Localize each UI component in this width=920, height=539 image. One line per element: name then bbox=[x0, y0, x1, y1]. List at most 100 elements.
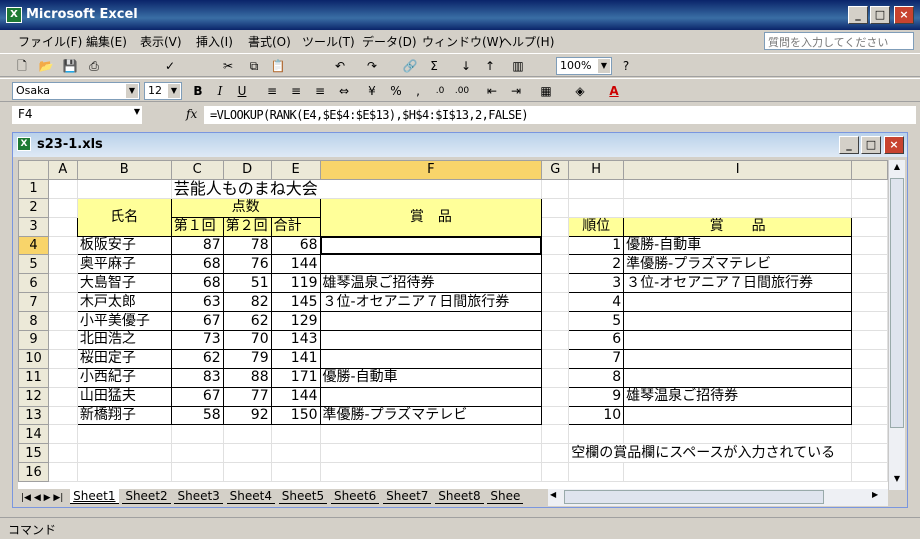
cell[interactable] bbox=[851, 311, 888, 332]
cell[interactable] bbox=[851, 424, 888, 445]
menu-help[interactable]: ヘルプ(H) bbox=[500, 33, 554, 50]
cell-round2[interactable]: 76 bbox=[222, 254, 272, 275]
cell[interactable] bbox=[47, 462, 78, 483]
cell[interactable] bbox=[541, 197, 570, 218]
cell-total[interactable]: 171 bbox=[270, 367, 321, 388]
tab-sheet4[interactable]: Sheet4 bbox=[226, 489, 275, 504]
cell-round1[interactable]: 62 bbox=[170, 348, 224, 369]
cell-lookup-prize[interactable] bbox=[623, 292, 853, 313]
cell[interactable] bbox=[541, 443, 570, 464]
col-header-a[interactable]: A bbox=[47, 160, 78, 180]
cell[interactable] bbox=[851, 197, 888, 218]
cell[interactable] bbox=[851, 292, 888, 313]
cell[interactable] bbox=[47, 178, 78, 199]
close-button[interactable]: × bbox=[894, 6, 914, 24]
cell[interactable] bbox=[541, 348, 570, 369]
col-header-j[interactable] bbox=[851, 160, 888, 180]
row-header[interactable]: 4 bbox=[18, 235, 49, 256]
cell[interactable] bbox=[47, 330, 78, 350]
cell[interactable] bbox=[47, 424, 78, 445]
sort-desc-icon[interactable]: ↑ bbox=[480, 56, 500, 76]
select-all[interactable] bbox=[18, 160, 49, 180]
bold-button[interactable]: B bbox=[188, 81, 208, 101]
cell-round1[interactable]: 68 bbox=[170, 254, 224, 275]
cell[interactable] bbox=[270, 424, 321, 445]
cell-prize[interactable] bbox=[319, 330, 543, 350]
cell[interactable] bbox=[623, 462, 853, 483]
cell[interactable] bbox=[170, 424, 224, 445]
header-round2[interactable]: 第２回 bbox=[222, 216, 272, 237]
cell[interactable] bbox=[541, 311, 570, 332]
col-header-f[interactable]: F bbox=[319, 160, 543, 180]
wb-maximize-button[interactable]: □ bbox=[861, 136, 881, 154]
cell[interactable] bbox=[623, 424, 853, 445]
menu-data[interactable]: データ(D) bbox=[362, 33, 417, 50]
cell[interactable] bbox=[222, 443, 272, 464]
cell-round1[interactable]: 83 bbox=[170, 367, 224, 388]
cell-rank[interactable]: 6 bbox=[568, 330, 625, 350]
undo-icon[interactable]: ↶ bbox=[330, 56, 350, 76]
cell-total[interactable]: 68 bbox=[270, 235, 321, 256]
cell[interactable] bbox=[47, 443, 78, 464]
cell-total[interactable]: 119 bbox=[270, 273, 321, 294]
cell[interactable] bbox=[47, 348, 78, 369]
vertical-scrollbar[interactable]: ▲ ▼ bbox=[888, 160, 905, 490]
cell[interactable] bbox=[319, 443, 543, 464]
header-score[interactable]: 点数 bbox=[170, 197, 321, 218]
col-header-g[interactable]: G bbox=[541, 160, 570, 180]
cell[interactable] bbox=[851, 273, 888, 294]
cell-round1[interactable]: 73 bbox=[170, 330, 224, 350]
cell-total[interactable]: 150 bbox=[270, 405, 321, 426]
tab-sheet7[interactable]: Sheet7 bbox=[383, 489, 432, 504]
menu-insert[interactable]: 挿入(I) bbox=[196, 33, 233, 50]
cell-rank[interactable]: 8 bbox=[568, 367, 625, 388]
maximize-button[interactable]: □ bbox=[870, 6, 890, 24]
col-header-b[interactable]: B bbox=[76, 160, 172, 180]
zoom-select[interactable]: 100% ▼ bbox=[556, 57, 612, 75]
decrease-indent-icon[interactable]: ⇤ bbox=[482, 81, 502, 101]
cell[interactable] bbox=[541, 367, 570, 388]
cell-rank[interactable]: 1 bbox=[568, 235, 625, 256]
cell-note[interactable]: 空欄の賞品欄にスペースが入力されている bbox=[568, 443, 853, 464]
underline-button[interactable]: U bbox=[232, 81, 252, 101]
cell-name[interactable]: 奥平麻子 bbox=[76, 254, 172, 275]
cell[interactable] bbox=[319, 462, 543, 483]
cell[interactable] bbox=[47, 235, 78, 256]
cell-total[interactable]: 141 bbox=[270, 348, 321, 369]
col-header-c[interactable]: C bbox=[170, 160, 224, 180]
cut-icon[interactable]: ✂ bbox=[218, 56, 238, 76]
cell-rank[interactable]: 10 bbox=[568, 405, 625, 426]
cell-round1[interactable]: 67 bbox=[170, 386, 224, 407]
cell-lookup-prize[interactable] bbox=[623, 348, 853, 369]
scroll-right-icon[interactable]: ▶ bbox=[872, 490, 878, 499]
cell-lookup-prize[interactable]: 準優勝-プラズマテレビ bbox=[623, 254, 853, 275]
scroll-down-icon[interactable]: ▼ bbox=[890, 474, 904, 488]
open-icon[interactable]: 📂 bbox=[36, 56, 56, 76]
cell-name[interactable]: 新橋翔子 bbox=[76, 405, 172, 426]
cell[interactable] bbox=[851, 462, 888, 483]
tab-nav-icons[interactable]: |◀ ◀ ▶ ▶| bbox=[18, 493, 66, 503]
save-icon[interactable]: 💾 bbox=[60, 56, 80, 76]
wb-minimize-button[interactable]: _ bbox=[839, 136, 859, 154]
cell[interactable] bbox=[541, 235, 570, 256]
cell[interactable] bbox=[623, 197, 853, 218]
col-header-i[interactable]: I bbox=[623, 160, 853, 180]
borders-icon[interactable]: ▦ bbox=[536, 81, 556, 101]
cell-rank[interactable]: 7 bbox=[568, 348, 625, 369]
cell-name[interactable]: 北田浩之 bbox=[76, 330, 172, 350]
cell-name[interactable]: 桜田定子 bbox=[76, 348, 172, 369]
help-question-input[interactable]: 質問を入力してください bbox=[764, 32, 914, 50]
cell-name[interactable]: 小平美優子 bbox=[76, 311, 172, 332]
cell-round2[interactable]: 88 bbox=[222, 367, 272, 388]
decrease-decimal-icon[interactable]: .00 bbox=[452, 81, 472, 101]
fx-icon[interactable]: fx bbox=[186, 107, 197, 121]
cell-name[interactable]: 木戸太郎 bbox=[76, 292, 172, 313]
cell[interactable] bbox=[851, 235, 888, 256]
paste-icon[interactable]: 📋 bbox=[268, 56, 288, 76]
menu-format[interactable]: 書式(O) bbox=[248, 33, 291, 50]
tab-sheet9[interactable]: Shee bbox=[487, 489, 524, 504]
cell-round1[interactable]: 67 bbox=[170, 311, 224, 332]
italic-button[interactable]: I bbox=[210, 81, 230, 101]
cell-total[interactable]: 129 bbox=[270, 311, 321, 332]
cell-round2[interactable]: 51 bbox=[222, 273, 272, 294]
